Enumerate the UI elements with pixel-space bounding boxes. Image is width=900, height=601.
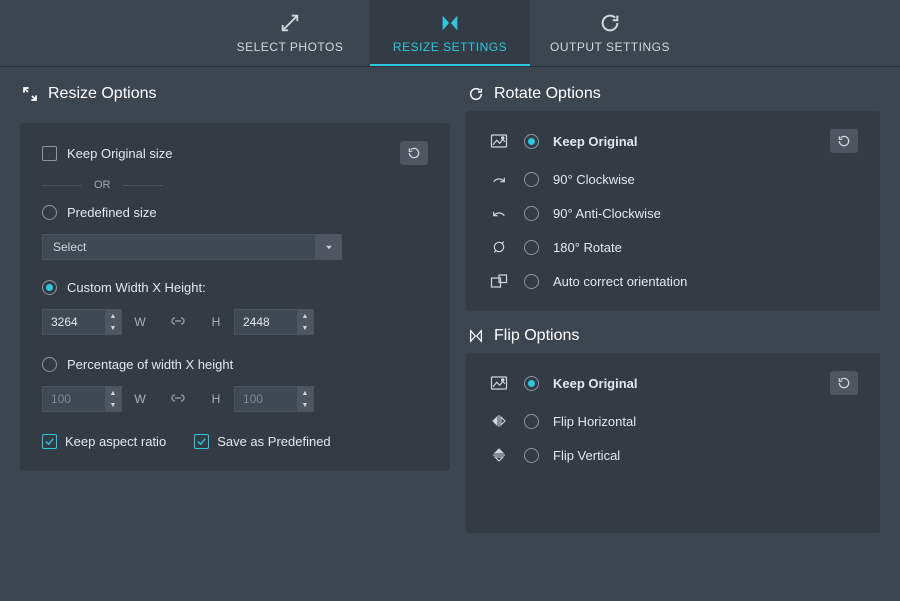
expand-arrows-icon: [279, 12, 301, 34]
step-up[interactable]: ▲: [297, 387, 313, 399]
select-dropdown-button[interactable]: [316, 234, 342, 260]
pct-height-input[interactable]: ▲▼: [234, 386, 314, 412]
rotate-180-radio[interactable]: [524, 240, 539, 255]
flip-keep-original-label: Keep Original: [553, 376, 638, 391]
flip-vertical-radio[interactable]: [524, 448, 539, 463]
rotate-auto-radio[interactable]: [524, 274, 539, 289]
save-predefined-checkbox[interactable]: [194, 434, 209, 449]
custom-width-input[interactable]: ▲▼: [42, 309, 122, 335]
step-up[interactable]: ▲: [297, 310, 313, 322]
step-down[interactable]: ▼: [105, 322, 121, 334]
percentage-label: Percentage of width X height: [67, 357, 233, 372]
rotate-icon: [468, 86, 484, 102]
rotate-cw90-radio[interactable]: [524, 172, 539, 187]
resize-section-title: Resize Options: [22, 85, 450, 103]
rotate-180-icon: [488, 239, 510, 255]
tab-label: SELECT PHOTOS: [237, 40, 344, 54]
undo-icon: [837, 134, 851, 148]
resize-corners-icon: [22, 86, 38, 102]
rotate-keep-original-radio[interactable]: [524, 134, 539, 149]
rotate-acw90-label: 90° Anti-Clockwise: [553, 206, 661, 221]
resize-icon: [439, 12, 461, 34]
flip-vertical-label: Flip Vertical: [553, 448, 620, 463]
undo-icon: [837, 376, 851, 390]
rotate-acw-icon: [488, 205, 510, 221]
predefined-size-label: Predefined size: [67, 205, 157, 220]
keep-original-size-checkbox[interactable]: [42, 146, 57, 161]
flip-keep-original-radio[interactable]: [524, 376, 539, 391]
predefined-size-select[interactable]: Select: [42, 234, 342, 260]
rotate-cw-icon: [488, 171, 510, 187]
rotate-180-label: 180° Rotate: [553, 240, 622, 255]
keep-original-size-label: Keep Original size: [67, 146, 173, 161]
resize-panel: Keep Original size OR Predefined size Se…: [20, 123, 450, 471]
rotate-panel: Keep Original 90° Clockwise: [466, 111, 880, 311]
step-down[interactable]: ▼: [297, 322, 313, 334]
keep-aspect-label: Keep aspect ratio: [65, 434, 166, 449]
reset-flip-button[interactable]: [830, 371, 858, 395]
flip-section-title: Flip Options: [468, 327, 880, 345]
auto-orient-icon: [488, 273, 510, 289]
step-up[interactable]: ▲: [105, 387, 121, 399]
gear-refresh-icon: [599, 12, 621, 34]
custom-height-input[interactable]: ▲▼: [234, 309, 314, 335]
flip-horizontal-radio[interactable]: [524, 414, 539, 429]
keep-aspect-checkbox[interactable]: [42, 434, 57, 449]
step-up[interactable]: ▲: [105, 310, 121, 322]
undo-icon: [407, 146, 421, 160]
flip-horizontal-icon: [488, 413, 510, 429]
reset-resize-button[interactable]: [400, 141, 428, 165]
tab-label: OUTPUT SETTINGS: [550, 40, 670, 54]
keep-original-icon: [488, 375, 510, 391]
pct-width-input[interactable]: ▲▼: [42, 386, 122, 412]
link-aspect-icon[interactable]: [158, 315, 198, 330]
chevron-down-icon: [324, 242, 334, 252]
flip-horizontal-label: Flip Horizontal: [553, 414, 636, 429]
keep-original-icon: [488, 133, 510, 149]
save-predefined-label: Save as Predefined: [217, 434, 330, 449]
step-down[interactable]: ▼: [297, 399, 313, 411]
or-divider: OR: [42, 179, 428, 191]
flip-panel: Keep Original Flip Horizontal: [466, 353, 880, 533]
link-aspect-icon[interactable]: [158, 392, 198, 407]
tab-output-settings[interactable]: OUTPUT SETTINGS: [530, 0, 690, 66]
tab-select-photos[interactable]: SELECT PHOTOS: [210, 0, 370, 66]
percentage-radio[interactable]: [42, 357, 57, 372]
reset-rotate-button[interactable]: [830, 129, 858, 153]
flip-vertical-icon: [488, 447, 510, 463]
rotate-auto-label: Auto correct orientation: [553, 274, 687, 289]
rotate-keep-original-label: Keep Original: [553, 134, 638, 149]
rotate-cw90-label: 90° Clockwise: [553, 172, 635, 187]
step-down[interactable]: ▼: [105, 399, 121, 411]
rotate-section-title: Rotate Options: [468, 85, 880, 103]
tab-resize-settings[interactable]: RESIZE SETTINGS: [370, 0, 530, 66]
predefined-size-radio[interactable]: [42, 205, 57, 220]
custom-size-label: Custom Width X Height:: [67, 280, 206, 295]
flip-icon: [468, 328, 484, 344]
rotate-acw90-radio[interactable]: [524, 206, 539, 221]
tab-label: RESIZE SETTINGS: [393, 40, 507, 54]
custom-size-radio[interactable]: [42, 280, 57, 295]
tab-bar: SELECT PHOTOS RESIZE SETTINGS OUTPUT SET…: [0, 0, 900, 67]
